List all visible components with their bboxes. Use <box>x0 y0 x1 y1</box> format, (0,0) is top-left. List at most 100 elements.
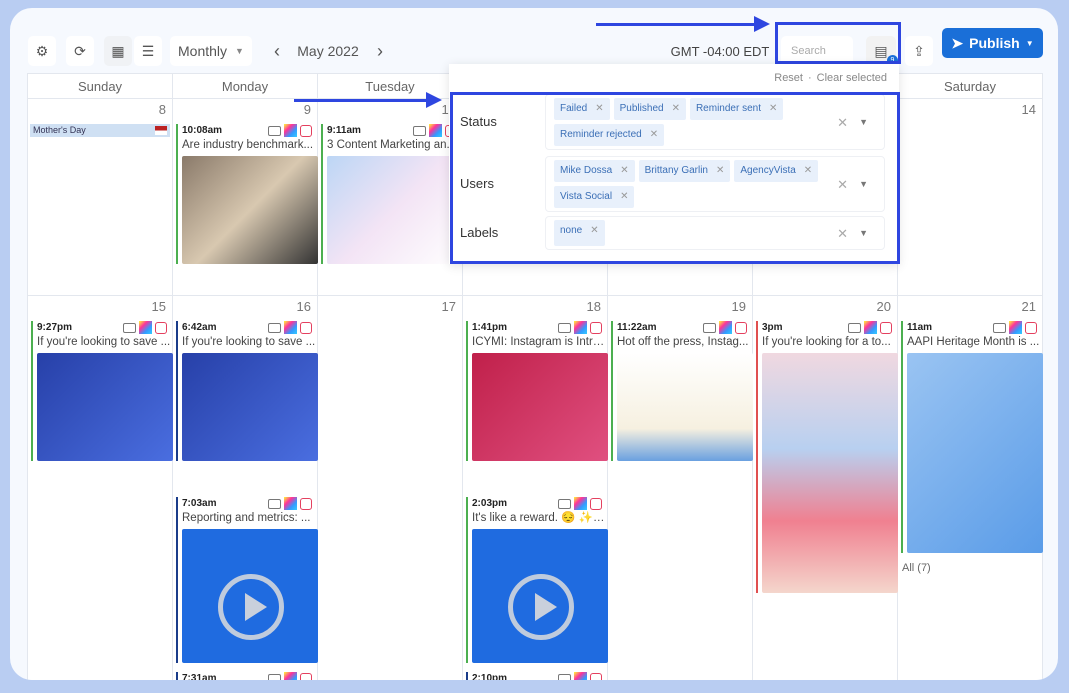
post-caption: If you're looking for a to... <box>762 335 896 351</box>
day-number: 19 <box>732 299 746 314</box>
us-flag-icon <box>155 126 167 135</box>
holiday-badge: Mother's Day <box>30 124 170 137</box>
chevron-left-icon: ‹ <box>274 41 280 62</box>
day-number: 15 <box>152 299 166 314</box>
search-highlight-frame <box>775 22 901 64</box>
send-icon: ➤ <box>951 35 963 52</box>
share-button[interactable]: ⇪ <box>905 36 933 66</box>
calendar-view-button[interactable]: ▦ <box>104 36 132 66</box>
day-cell[interactable]: 14 <box>898 99 1043 296</box>
camera-icon <box>123 323 136 333</box>
separator: · <box>808 72 812 84</box>
chevron-right-icon: › <box>377 41 383 62</box>
filter-highlight-frame <box>450 92 900 264</box>
day-number: 20 <box>877 299 891 314</box>
timezone: GMT -04:00 EDT <box>665 36 775 66</box>
view-select[interactable]: Monthly ▼ <box>170 36 252 66</box>
camera-icon <box>848 323 861 333</box>
camera-icon <box>703 323 716 333</box>
day-header-monday: Monday <box>173 74 318 99</box>
camera-icon <box>268 674 281 681</box>
publish-button[interactable]: ➤Publish▼ <box>942 28 1043 58</box>
profile-avatar-icon <box>284 321 297 334</box>
instagram-icon <box>880 322 892 334</box>
profile-avatar-icon <box>719 321 732 334</box>
post-card[interactable]: 2:10pm <box>466 672 604 680</box>
instagram-icon <box>1025 322 1037 334</box>
post-caption: It's like a reward. 😔 ✨ T... <box>472 511 606 527</box>
gear-icon: ⚙ <box>36 43 49 60</box>
post-media[interactable] <box>472 353 608 461</box>
play-icon <box>218 574 284 640</box>
post-caption: If you're looking to save ... <box>37 335 171 351</box>
post-media[interactable] <box>472 529 608 663</box>
post-card[interactable]: 11:22am Hot off the press, Instag... <box>611 321 749 461</box>
post-media[interactable] <box>617 353 753 461</box>
list-icon: ☰ <box>142 43 155 60</box>
profile-avatar-icon <box>1009 321 1022 334</box>
instagram-icon <box>300 125 312 137</box>
profile-avatar-icon <box>864 321 877 334</box>
day-header-sunday: Sunday <box>28 74 173 99</box>
video-camera-icon <box>558 499 571 509</box>
post-card[interactable]: 7:03am Reporting and metrics: ... <box>176 497 314 663</box>
profile-avatar-icon <box>574 672 587 680</box>
post-media[interactable] <box>182 353 318 461</box>
profile-avatar-icon <box>429 124 442 137</box>
instagram-icon <box>300 322 312 334</box>
list-view-button[interactable]: ☰ <box>134 36 162 66</box>
refresh-icon: ⟳ <box>74 43 86 60</box>
instagram-icon <box>590 498 602 510</box>
prev-month-button[interactable]: ‹ <box>267 36 287 66</box>
post-media[interactable] <box>762 353 898 593</box>
post-card[interactable]: 7:31am <box>176 672 314 680</box>
post-card[interactable]: 10:08am Are industry benchmark... <box>176 124 314 264</box>
video-camera-icon <box>268 499 281 509</box>
profile-avatar-icon <box>284 672 297 680</box>
settings-button[interactable]: ⚙ <box>28 36 56 66</box>
post-media[interactable] <box>907 353 1043 553</box>
post-caption: 3 Content Marketing an... <box>327 138 461 154</box>
post-caption: Hot off the press, Instag... <box>617 335 751 351</box>
refresh-button[interactable]: ⟳ <box>66 36 94 66</box>
day-cell[interactable]: 17 <box>318 296 463 680</box>
day-number: 16 <box>297 299 311 314</box>
profile-avatar-icon <box>284 124 297 137</box>
post-card[interactable]: 11am AAPI Heritage Month is ... <box>901 321 1039 553</box>
profile-avatar-icon <box>284 497 297 510</box>
post-card[interactable]: 9:27pm If you're looking to save ... <box>31 321 169 461</box>
clear-selected-link[interactable]: Clear selected <box>817 72 887 84</box>
post-card[interactable]: 6:42am If you're looking to save ... <box>176 321 314 461</box>
video-camera-icon <box>558 674 571 681</box>
current-month: May 2022 <box>293 36 363 66</box>
post-media[interactable] <box>327 156 463 264</box>
chevron-down-icon: ▼ <box>235 46 244 56</box>
post-card[interactable]: 9:11am 3 Content Marketing an... <box>321 124 459 264</box>
reset-link[interactable]: Reset <box>774 72 803 84</box>
camera-icon <box>413 126 426 136</box>
instagram-icon <box>300 673 312 681</box>
annotation-arrow <box>294 99 428 102</box>
instagram-icon <box>155 322 167 334</box>
profile-avatar-icon <box>574 321 587 334</box>
camera-icon <box>268 323 281 333</box>
post-media[interactable] <box>37 353 173 461</box>
day-number: 14 <box>1022 102 1036 117</box>
post-media[interactable] <box>182 529 318 663</box>
profile-avatar-icon <box>574 497 587 510</box>
post-media[interactable] <box>182 156 318 264</box>
instagram-icon <box>590 322 602 334</box>
post-card[interactable]: 3pm If you're looking for a to... <box>756 321 894 593</box>
post-caption: AAPI Heritage Month is ... <box>907 335 1041 351</box>
all-posts-link[interactable]: All (7) <box>902 562 931 574</box>
view-select-value: Monthly <box>178 43 227 59</box>
post-caption: Are industry benchmark... <box>182 138 316 154</box>
day-number: 9 <box>304 102 311 117</box>
post-card[interactable]: 2:03pm It's like a reward. 😔 ✨ T... <box>466 497 604 663</box>
instagram-icon <box>590 673 602 681</box>
day-number: 17 <box>442 299 456 314</box>
post-card[interactable]: 1:41pm ICYMI: Instagram is Intro... <box>466 321 604 461</box>
next-month-button[interactable]: › <box>370 36 390 66</box>
post-caption: ICYMI: Instagram is Intro... <box>472 335 606 351</box>
instagram-icon <box>735 322 747 334</box>
